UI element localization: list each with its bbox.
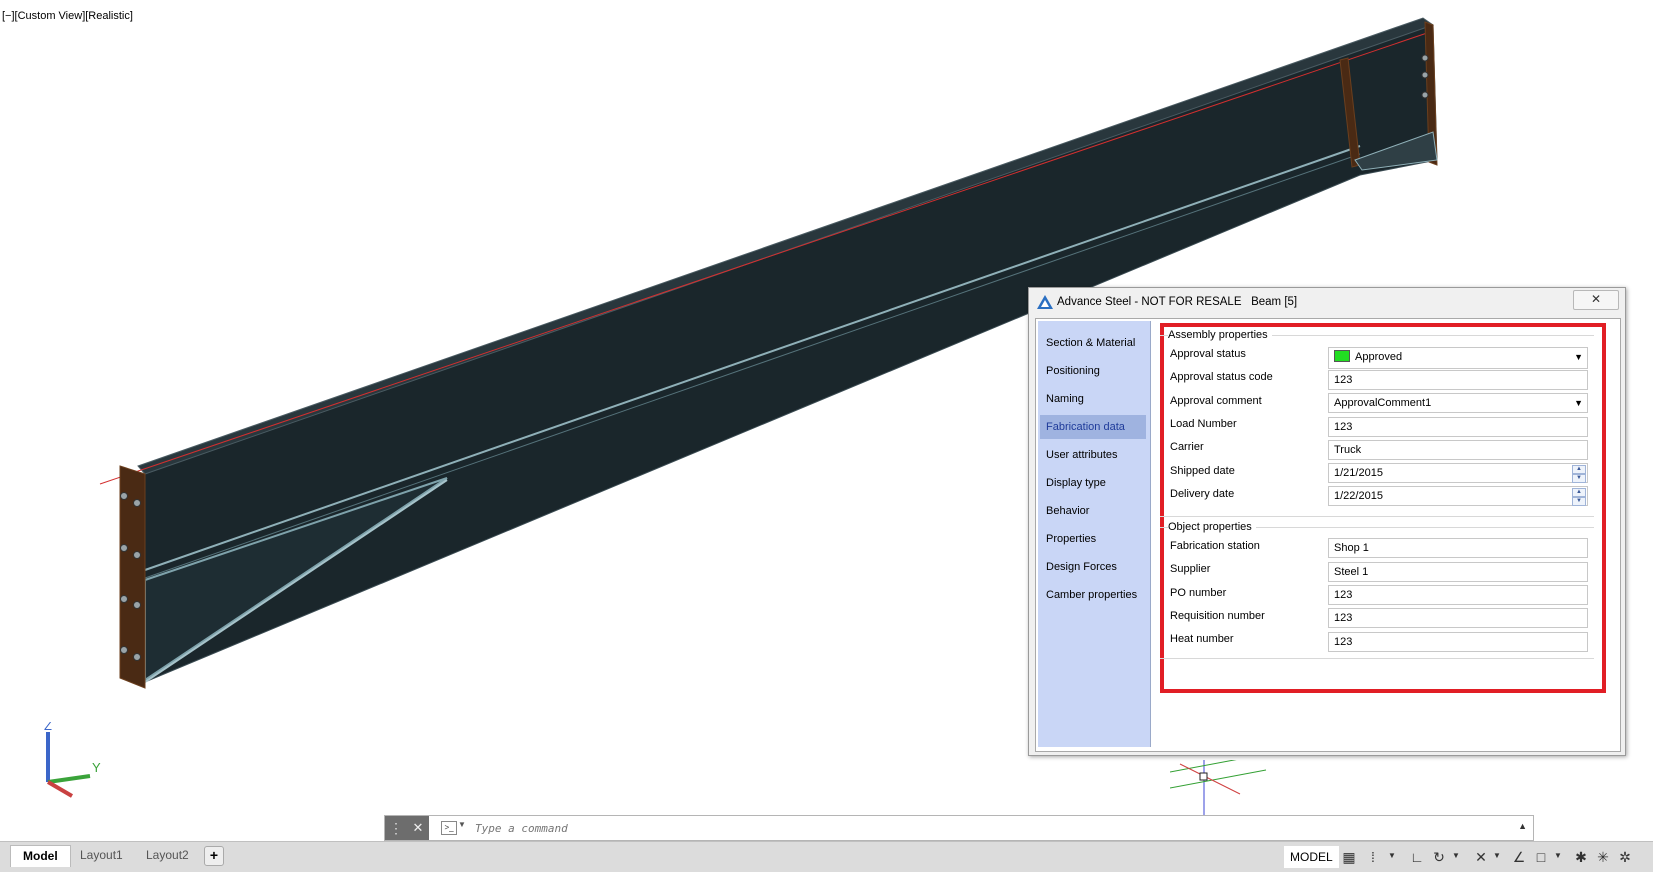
supplier-label: Supplier (1170, 563, 1211, 575)
object-snap-tracking-icon[interactable]: ∠ (1510, 847, 1528, 867)
nav-item-section-material[interactable]: Section & Material (1040, 331, 1146, 355)
po-number-field[interactable]: 123 (1328, 585, 1588, 605)
chevron-down-icon[interactable]: ▼ (458, 820, 466, 829)
annotation-scale-icon[interactable]: ✱ (1572, 847, 1590, 867)
drag-handle-icon[interactable]: ⋮ (385, 816, 407, 840)
load-number-label: Load Number (1170, 418, 1237, 430)
nav-item-design-forces[interactable]: Design Forces (1040, 555, 1146, 579)
autoscale-icon[interactable]: ✲ (1616, 847, 1634, 867)
advance-steel-beam-dialog[interactable]: Advance Steel - NOT FOR RESALE Beam [5] … (1028, 287, 1626, 756)
delivery-date-picker[interactable]: 1/22/2015 ▲ ▼ (1328, 486, 1588, 506)
approval-comment-combo[interactable]: ApprovalComment1 ▼ (1328, 393, 1588, 413)
close-button[interactable]: ✕ (1573, 290, 1619, 310)
dialog-body: Section & Material Positioning Naming Fa… (1035, 318, 1621, 752)
approval-status-label: Approval status (1170, 348, 1246, 360)
model-space-toggle[interactable]: MODEL (1284, 846, 1339, 868)
chevron-down-icon[interactable]: ▼ (1388, 851, 1396, 860)
nav-item-naming[interactable]: Naming (1040, 387, 1146, 411)
shipped-date-picker[interactable]: 1/21/2015 ▲ ▼ (1328, 463, 1588, 483)
approval-status-code-label: Approval status code (1170, 371, 1273, 383)
requisition-number-label: Requisition number (1170, 610, 1265, 622)
ucs-z-label: Z (44, 722, 52, 733)
advance-steel-logo-icon (1037, 295, 1053, 309)
delivery-date-value: 1/22/2015 (1334, 490, 1383, 502)
approval-status-swatch (1334, 350, 1350, 363)
snap-icon[interactable]: ⁞ (1364, 847, 1382, 867)
nav-item-properties[interactable]: Properties (1040, 527, 1146, 551)
approval-status-combo[interactable]: Approved ▼ (1328, 347, 1588, 369)
shipped-date-label: Shipped date (1170, 465, 1235, 477)
heat-number-field[interactable]: 123 (1328, 632, 1588, 652)
tab-layout1[interactable]: Layout1 (68, 845, 135, 866)
nav-item-positioning[interactable]: Positioning (1040, 359, 1146, 383)
dialog-titlebar[interactable]: Advance Steel - NOT FOR RESALE Beam [5] … (1029, 288, 1625, 316)
chevron-down-icon[interactable]: ▼ (1574, 348, 1583, 366)
polar-icon[interactable]: ↻ (1430, 847, 1448, 867)
status-bar: Model Layout1 Layout2 + MODEL ▦ ⁞ ▼ ∟ ↻ … (0, 841, 1653, 872)
requisition-number-field[interactable]: 123 (1328, 608, 1588, 628)
nav-item-fabrication-data[interactable]: Fabrication data (1040, 415, 1146, 439)
approval-comment-value: ApprovalComment1 (1334, 397, 1432, 409)
chevron-up-icon[interactable]: ▲ (1518, 821, 1527, 831)
shipped-date-value: 1/21/2015 (1334, 467, 1383, 479)
nav-item-display-type[interactable]: Display type (1040, 471, 1146, 495)
chevron-down-icon[interactable]: ▼ (1574, 394, 1583, 412)
fabrication-station-field[interactable]: Shop 1 (1328, 538, 1588, 558)
supplier-field[interactable]: Steel 1 (1328, 562, 1588, 582)
chevron-down-icon[interactable]: ▼ (1493, 851, 1501, 860)
chevron-down-icon[interactable]: ▼ (1452, 851, 1460, 860)
heat-number-label: Heat number (1170, 633, 1234, 645)
close-icon[interactable]: ✕ (407, 816, 429, 840)
po-number-label: PO number (1170, 587, 1227, 599)
command-prompt-icon[interactable]: >_ (441, 821, 457, 835)
object-snap-icon[interactable]: □ (1532, 847, 1550, 867)
nav-item-camber-properties[interactable]: Camber properties (1040, 583, 1146, 607)
ortho-icon[interactable]: ∟ (1408, 847, 1426, 867)
carrier-field[interactable]: Truck (1328, 440, 1588, 460)
grid-icon[interactable]: ▦ (1340, 847, 1358, 867)
load-number-field[interactable]: 123 (1328, 417, 1588, 437)
fabrication-data-panel: Assembly properties Approval status Appr… (1154, 319, 1618, 749)
carrier-label: Carrier (1170, 441, 1204, 453)
ucs-icon: Z Y (44, 722, 101, 798)
approval-status-code-field[interactable]: 123 (1328, 370, 1588, 390)
annotation-visibility-icon[interactable]: ✳ (1594, 847, 1612, 867)
tab-layout2[interactable]: Layout2 (134, 845, 201, 866)
chevron-down-icon[interactable]: ▼ (1554, 851, 1562, 860)
approval-comment-label: Approval comment (1170, 395, 1262, 407)
date-spinner[interactable]: ▲ ▼ (1572, 488, 1586, 506)
fabrication-station-label: Fabrication station (1170, 540, 1260, 552)
tab-model[interactable]: Model (10, 845, 71, 867)
command-line[interactable]: ⋮ ✕ >_ ▼ ▲ (384, 815, 1534, 841)
add-layout-button[interactable]: + (204, 846, 224, 866)
delivery-date-label: Delivery date (1170, 488, 1235, 500)
assembly-properties-title: Assembly properties (1168, 329, 1272, 341)
ucs-y-label: Y (92, 760, 101, 775)
dialog-title: Advance Steel - NOT FOR RESALE Beam [5] (1057, 296, 1298, 308)
isodraft-icon[interactable]: ✕ (1472, 847, 1490, 867)
date-spinner[interactable]: ▲ ▼ (1572, 465, 1586, 483)
approval-status-value: Approved (1355, 351, 1403, 363)
command-input[interactable] (473, 819, 1477, 838)
nav-item-user-attributes[interactable]: User attributes (1040, 443, 1146, 467)
nav-item-behavior[interactable]: Behavior (1040, 499, 1146, 523)
object-properties-title: Object properties (1168, 521, 1256, 533)
property-category-nav: Section & Material Positioning Naming Fa… (1038, 321, 1151, 747)
